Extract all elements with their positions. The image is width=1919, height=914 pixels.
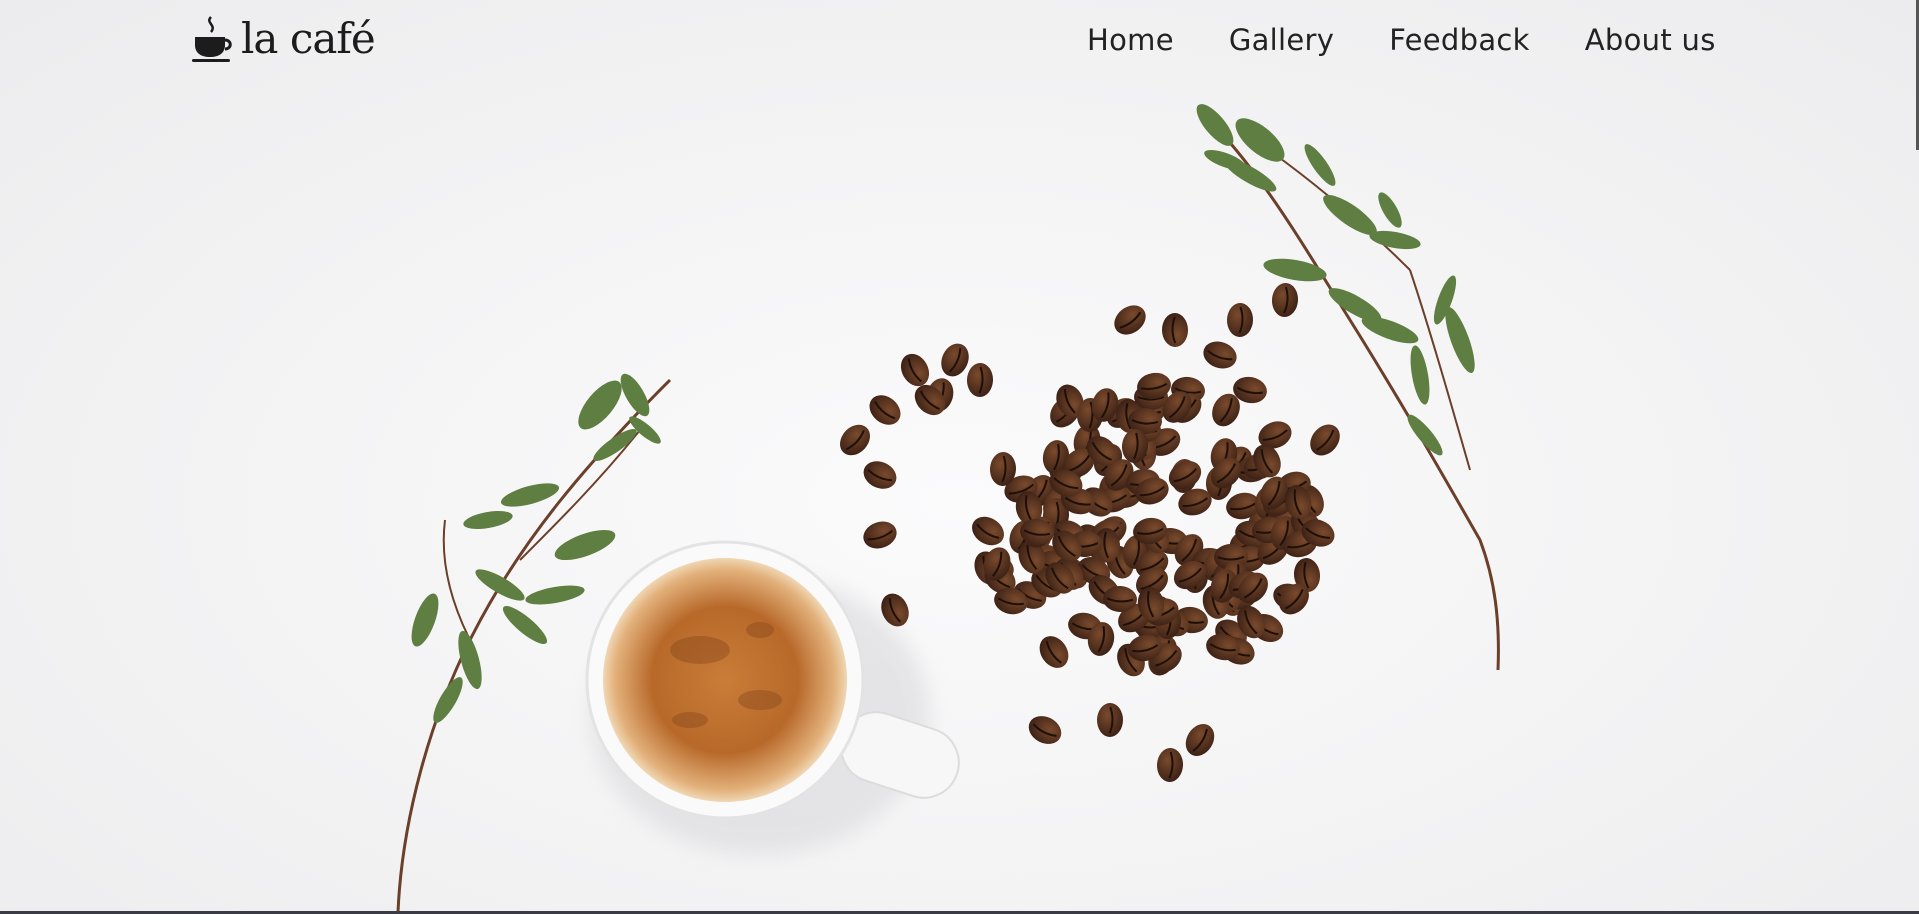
- nav-gallery[interactable]: Gallery: [1229, 22, 1334, 60]
- coffee-bean: [1114, 305, 1146, 335]
- coffee-bean: [863, 521, 897, 549]
- coffee-bean: [863, 461, 897, 489]
- nav-about-us[interactable]: About us: [1585, 22, 1716, 60]
- coffee-bean: [1039, 636, 1069, 668]
- main-nav: Home Gallery Feedback About us: [1087, 22, 1716, 60]
- logo[interactable]: la café: [191, 14, 376, 64]
- coffee-bean: [1185, 724, 1215, 756]
- landing-page: la café Home Gallery Feedback About us: [0, 0, 1919, 914]
- coffee-bean: [1203, 341, 1237, 369]
- coffee-bean: [900, 353, 930, 387]
- coffee-bean: [840, 424, 870, 456]
- coffee-cup-icon: [192, 16, 232, 62]
- logo-text: la café: [241, 14, 376, 63]
- hero-image: [396, 104, 1500, 913]
- coffee-bean: [972, 516, 1004, 546]
- nav-home[interactable]: Home: [1087, 22, 1174, 60]
- nav-feedback[interactable]: Feedback: [1389, 22, 1530, 60]
- coffee-bean: [1310, 424, 1340, 456]
- coffee-bean: [869, 395, 901, 425]
- coffee-bean: [1028, 716, 1062, 744]
